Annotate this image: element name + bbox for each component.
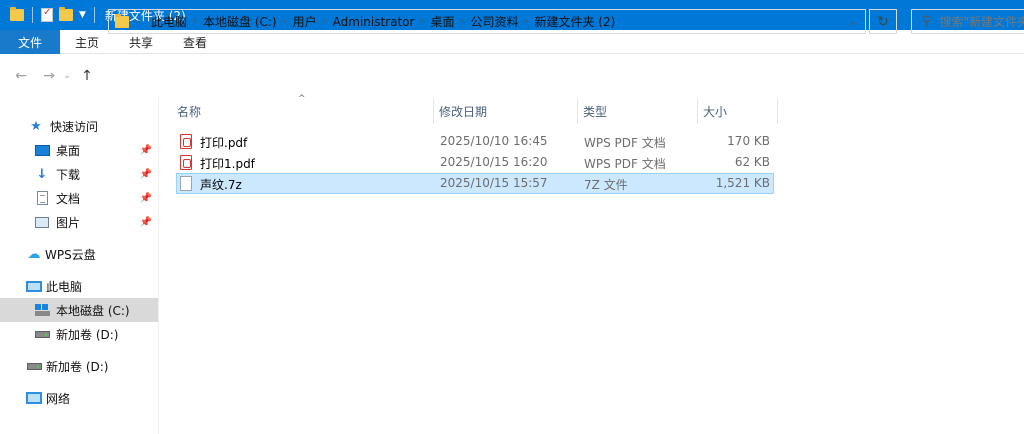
file-name: 打印.pdf xyxy=(200,136,248,150)
column-header-name[interactable]: 名称 xyxy=(172,98,434,124)
file-icon xyxy=(180,176,192,194)
column-header-size[interactable]: 大小 xyxy=(698,98,778,124)
column-label: 名称 xyxy=(177,104,202,119)
navigation-bar: ← → ⌄ ↑ xyxy=(0,54,1024,98)
address-bar[interactable]: › 此电脑 › 本地磁盘 (C:) › 用户 › Administrator ›… xyxy=(108,9,866,34)
file-type: WPS PDF 文档 xyxy=(584,157,666,171)
file-row-selected[interactable]: 声纹.7z 2025/10/15 15:57 7Z 文件 1,521 KB xyxy=(176,173,774,194)
nav-label: 桌面 xyxy=(56,143,81,158)
file-size: 62 KB xyxy=(734,155,770,169)
nav-label: 本地磁盘 (C:) xyxy=(56,303,130,318)
refresh-button[interactable]: ↻ xyxy=(869,9,897,34)
toolbar-separator xyxy=(32,7,33,23)
drive-icon xyxy=(34,326,50,342)
file-size: 1,521 KB xyxy=(715,176,770,190)
toolbar-separator xyxy=(93,7,95,23)
file-name: 打印1.pdf xyxy=(200,157,255,171)
breadcrumb-users[interactable]: 用户 xyxy=(287,13,323,30)
picture-icon xyxy=(34,214,50,230)
breadcrumb-this-pc[interactable]: 此电脑 xyxy=(145,13,193,30)
cloud-icon: ☁ xyxy=(27,246,41,262)
forward-arrow-icon[interactable]: → xyxy=(38,68,60,84)
nav-label: 新加卷 (D:) xyxy=(56,327,119,342)
file-modified: 2025/10/10 16:45 xyxy=(440,134,548,148)
nav-label: 快速访问 xyxy=(50,119,99,134)
file-row[interactable]: 打印1.pdf 2025/10/15 16:20 WPS PDF 文档 62 K… xyxy=(176,152,774,173)
pdf-icon xyxy=(180,134,192,152)
nav-item-documents[interactable]: 文档 📌 xyxy=(0,186,158,210)
document-icon xyxy=(34,190,50,206)
breadcrumb-administrator[interactable]: Administrator xyxy=(327,15,421,29)
address-dropdown-chevron-icon[interactable]: ⌄ xyxy=(841,15,865,28)
nav-item-downloads[interactable]: ↓ 下载 📌 xyxy=(0,162,158,186)
desktop-icon xyxy=(34,142,50,158)
nav-label: 此电脑 xyxy=(46,279,83,294)
column-header-type[interactable]: 类型 xyxy=(578,98,698,124)
file-name: 声纹.7z xyxy=(200,178,242,192)
computer-icon xyxy=(26,278,42,294)
new-folder-icon[interactable] xyxy=(59,7,73,21)
nav-item-pictures[interactable]: 图片 📌 xyxy=(0,210,158,234)
network-icon xyxy=(26,390,42,406)
nav-item-new-volume-d-root[interactable]: 新加卷 (D:) xyxy=(0,354,158,378)
file-size: 170 KB xyxy=(727,134,770,148)
file-row[interactable]: 打印.pdf 2025/10/10 16:45 WPS PDF 文档 170 K… xyxy=(176,131,774,152)
nav-label: 网络 xyxy=(46,391,71,406)
nav-item-desktop[interactable]: 桌面 📌 xyxy=(0,138,158,162)
drive-icon xyxy=(26,358,42,374)
nav-item-quick-access[interactable]: ★ 快速访问 xyxy=(0,114,158,138)
nav-label: 下载 xyxy=(56,167,81,182)
up-arrow-icon[interactable]: ↑ xyxy=(76,68,98,84)
file-type: 7Z 文件 xyxy=(584,178,628,192)
tab-file[interactable]: 文件 xyxy=(0,30,61,54)
nav-item-network[interactable]: 网络 xyxy=(0,386,158,410)
pane-splitter[interactable] xyxy=(158,98,159,434)
customize-toolbar-chevron-icon[interactable]: ▼ xyxy=(79,10,86,20)
nav-label: WPS云盘 xyxy=(45,247,96,262)
back-arrow-icon[interactable]: ← xyxy=(10,68,32,84)
refresh-icon: ↻ xyxy=(877,13,889,30)
column-label: 大小 xyxy=(703,104,728,119)
folder-icon[interactable] xyxy=(10,7,24,21)
windows-drive-icon xyxy=(34,302,50,318)
navigation-pane: ★ 快速访问 桌面 📌 ↓ 下载 📌 文档 📌 图片 📌 ☁ WPS云盘 此电脑… xyxy=(0,98,158,434)
nav-item-wps-cloud[interactable]: ☁ WPS云盘 xyxy=(0,242,158,266)
pin-icon[interactable]: 📌 xyxy=(140,217,152,228)
breadcrumb: › 此电脑 › 本地磁盘 (C:) › 用户 › Administrator ›… xyxy=(109,10,841,33)
nav-label: 新加卷 (D:) xyxy=(46,359,109,374)
star-icon: ★ xyxy=(30,118,42,134)
pdf-icon xyxy=(180,155,192,173)
breadcrumb-current-folder[interactable]: 新建文件夹 (2) xyxy=(528,13,621,30)
breadcrumb-company-data[interactable]: 公司资料 xyxy=(464,13,524,30)
column-label: 类型 xyxy=(583,104,608,119)
breadcrumb-desktop[interactable]: 桌面 xyxy=(424,13,460,30)
nav-item-new-volume-d[interactable]: 新加卷 (D:) xyxy=(0,322,158,346)
column-header-modified[interactable]: 修改日期 xyxy=(434,98,578,124)
nav-label: 文档 xyxy=(56,191,81,206)
file-modified: 2025/10/15 16:20 xyxy=(440,155,548,169)
column-label: 修改日期 xyxy=(439,104,488,119)
pin-icon[interactable]: 📌 xyxy=(140,169,152,180)
nav-label: 图片 xyxy=(56,215,81,230)
file-modified: 2025/10/15 15:57 xyxy=(440,176,548,190)
nav-item-this-pc[interactable]: 此电脑 xyxy=(0,274,158,298)
nav-item-local-disk-c[interactable]: 本地磁盘 (C:) xyxy=(0,298,158,322)
properties-icon[interactable] xyxy=(41,7,53,22)
quick-access-toolbar: ▼ xyxy=(0,7,97,23)
pin-icon[interactable]: 📌 xyxy=(140,145,152,156)
pin-icon[interactable]: 📌 xyxy=(140,193,152,204)
download-icon: ↓ xyxy=(36,166,48,182)
tab-home[interactable]: 主页 xyxy=(60,30,114,54)
folder-icon xyxy=(115,13,129,28)
search-icon: ⚲ xyxy=(922,14,932,29)
search-input[interactable]: ⚲ 搜索"新建文件夹 (2)" xyxy=(911,9,1024,34)
breadcrumb-local-disk[interactable]: 本地磁盘 (C:) xyxy=(197,13,283,30)
search-placeholder: 搜索"新建文件夹 (2)" xyxy=(939,15,1024,29)
file-type: WPS PDF 文档 xyxy=(584,136,666,150)
chevron-right-icon[interactable]: › xyxy=(133,16,145,27)
recent-locations-chevron-icon[interactable]: ⌄ xyxy=(60,71,74,81)
